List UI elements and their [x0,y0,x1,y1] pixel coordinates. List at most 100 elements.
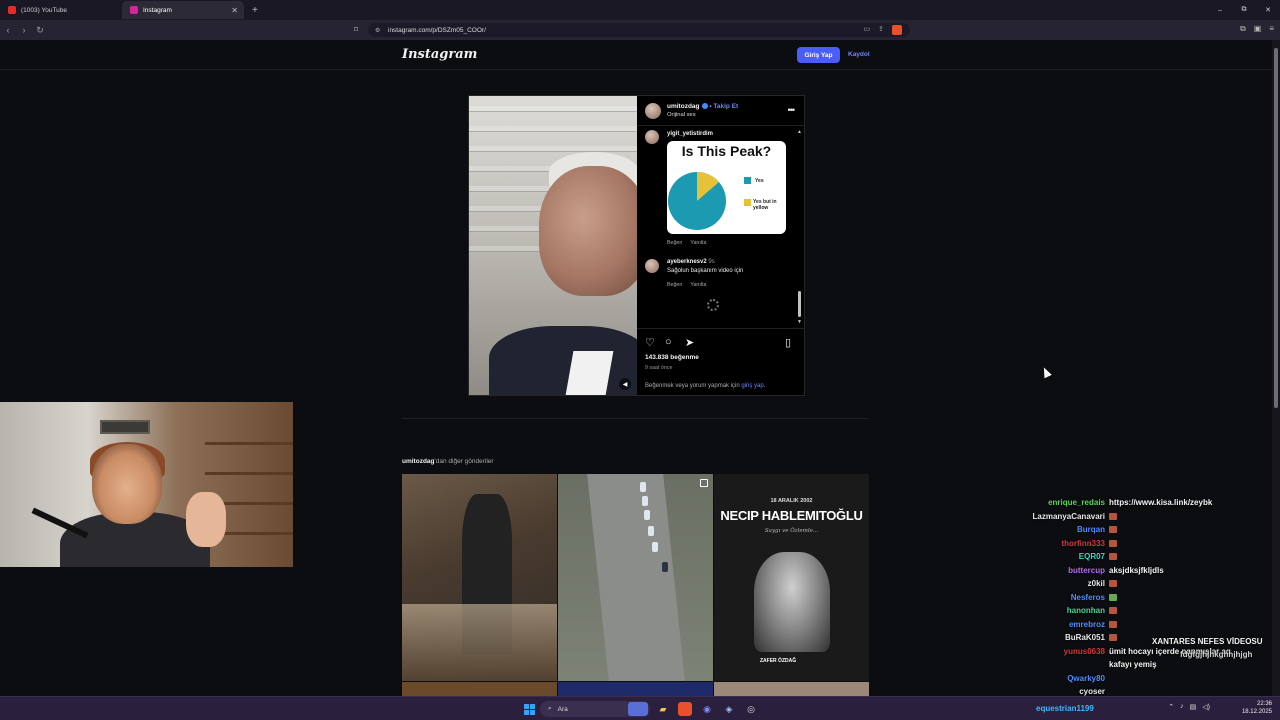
likes-count[interactable]: 143.838 beğenme [645,354,699,361]
discord-icon[interactable]: ◉ [700,702,714,716]
more-options-icon[interactable]: ••• [788,105,796,115]
clock[interactable]: 22:36 18.12.2025 [1242,700,1272,716]
chat-emote-icon [1109,593,1117,601]
instagram-favicon-icon [130,6,138,14]
like-comment-link[interactable]: Beğen [667,240,682,246]
post-time[interactable]: 9 saat önce [645,365,672,371]
url-field[interactable]: ⚙ instagram.com/p/DSZm05_COOr/ ▭ ⇪ [368,23,910,37]
post-thumbnail-row2[interactable] [558,682,713,696]
chat-text [1109,633,1117,642]
scroll-up-icon[interactable]: ▲ [797,129,802,135]
post-author-header: umitozdag • Takip Et Orijinal ses ••• [637,96,804,126]
forward-icon[interactable]: › [16,25,32,35]
follow-link[interactable]: • Takip Et [709,103,738,110]
chat-text: kafayı yemiş [1109,660,1157,669]
login-button[interactable]: Giriş Yap [797,47,840,63]
file-explorer-icon[interactable]: ▰ [656,702,670,716]
tab-youtube[interactable]: (1003) YouTube [0,1,122,19]
author-username[interactable]: umitozdag [667,103,700,110]
tab-instagram[interactable]: Instagram ✕ [122,1,244,19]
minimize-button[interactable]: – [1208,7,1232,14]
instagram-logo[interactable]: Instagram [402,47,477,62]
post-thumbnail-memorial[interactable]: 18 ARALIK 2002 NECIP HABLEMITOĞLU Saygı … [714,474,869,681]
login-prompt-link[interactable]: giriş yap [741,383,763,389]
scroll-thumb[interactable] [798,291,801,317]
post-card: ◀ umitozdag • Takip Et Orijinal ses ••• … [468,95,805,396]
new-tab-button[interactable]: + [252,5,258,16]
more-posts-user[interactable]: umitozdag [402,458,435,465]
chat-username: LazmanyaCanavari [1032,511,1105,521]
chat-text [1109,593,1117,602]
back-icon[interactable]: ‹ [0,25,16,35]
chat-message: Qwarky80 [1000,674,1272,687]
post-thumbnail-row2[interactable] [714,682,869,696]
network-icon[interactable]: ▤ [1190,703,1197,711]
comment-avatar[interactable] [645,130,659,144]
browser-tab-bar: (1003) YouTube Instagram ✕ + – ⧉ ✕ [0,0,1280,20]
reply-comment-link[interactable]: Yanıtla [690,282,706,288]
address-bar-row: ‹ › ↻ ⌑ ⚙ instagram.com/p/DSZm05_COOr/ ▭… [0,20,1280,40]
comment-username[interactable]: yigit_yetistirdim [667,131,713,137]
login-prompt-end: . [763,383,766,389]
reply-comment-link[interactable]: Yanıtla [690,240,706,246]
author-avatar[interactable] [645,103,661,119]
extensions-icon[interactable]: ⧉ [1240,24,1246,34]
page-scroll-thumb[interactable] [1274,48,1278,408]
chat-message: hanonhan [1000,606,1272,619]
site-info-icon[interactable]: ⚙ [375,27,380,34]
audio-label[interactable]: Orijinal ses [667,112,696,118]
wallet-icon[interactable]: ▣ [1254,24,1262,34]
steam-icon[interactable]: ◈ [722,702,736,716]
comment-avatar[interactable] [645,259,659,273]
signup-link[interactable]: Kaydol [848,51,870,58]
post-thumbnail-convoy[interactable] [558,474,713,681]
comment-meme-image: Is This Peak? Yes Yes but in yellow [667,141,786,234]
chat-emote-icon [1109,512,1117,520]
heart-icon[interactable]: ♡ [645,336,655,349]
window-controls: – ⧉ ✕ [1208,0,1280,20]
post-thumbnail-row2[interactable] [402,682,557,696]
volume-icon[interactable]: ◁) [1202,703,1210,711]
chat-username: cyoser [1079,687,1105,696]
stream-overlay-title: XANTARES NEFES VİDEOSU [1152,637,1263,646]
close-window-button[interactable]: ✕ [1256,6,1280,14]
chat-emote-icon [1109,553,1117,561]
chat-username: EQR07 [1078,552,1105,561]
like-comment-link[interactable]: Beğen [667,282,682,288]
instagram-header: Instagram Giriş Yap Kaydol [0,40,1272,70]
page-scrollbar[interactable] [1272,40,1280,696]
comment-username[interactable]: ayeberknesv2 [667,259,707,265]
comments-scrollbar[interactable]: ▲ ▼ [797,127,802,327]
mic-icon[interactable]: ♪ [1180,703,1184,711]
share-icon[interactable]: ⇪ [878,25,884,35]
bookmark-icon[interactable]: ⌑ [354,25,358,34]
widget-icon[interactable] [628,702,648,716]
brave-shields-icon[interactable] [892,25,902,35]
search-label: Ara [557,705,568,713]
start-button[interactable] [522,702,536,716]
legend-swatch-yellow [744,199,751,206]
scroll-down-icon[interactable]: ▼ [797,319,802,325]
close-tab-icon[interactable]: ✕ [231,6,238,15]
brave-browser-icon[interactable] [678,702,692,716]
cast-icon[interactable]: ▭ [864,25,871,35]
restore-button[interactable]: ⧉ [1232,6,1256,14]
chat-message: EQR07 [1000,552,1272,565]
menu-icon[interactable]: ≡ [1269,24,1274,34]
chat-emote-icon [1109,634,1117,642]
chevron-up-icon[interactable]: ⌃ [1168,703,1174,711]
comment-actions: Beğen Yanıtla [667,282,706,288]
reload-icon[interactable]: ↻ [32,25,48,36]
comment-username-line: ayeberknesv2 9s [667,259,715,265]
bookmark-icon[interactable]: ▯ [785,336,791,349]
mute-icon[interactable]: ◀ [619,378,631,390]
post-sidebar: umitozdag • Takip Et Orijinal ses ••• yi… [637,96,804,395]
legend-label-yes: Yes [755,178,764,184]
chat-username: Burqan [1077,525,1105,534]
post-video[interactable]: ◀ [469,96,637,395]
share-icon[interactable]: ➤ [685,336,694,349]
obs-icon[interactable]: ◎ [744,702,758,716]
post-actions: ♡ ○ ➤ ▯ 143.838 beğenme 9 saat önce Beğe… [637,328,804,394]
post-thumbnail-courtroom[interactable] [402,474,557,681]
comment-icon[interactable]: ○ [665,336,672,348]
